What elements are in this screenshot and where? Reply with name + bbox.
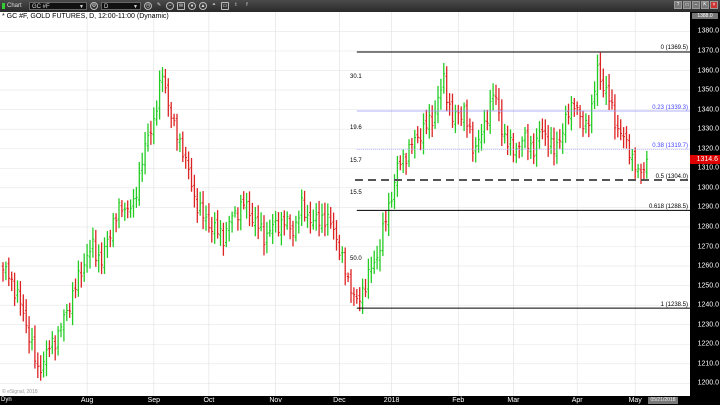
grip-icon: [2, 3, 5, 9]
chat-icon[interactable]: ▭: [221, 2, 229, 10]
minus-circle-icon[interactable]: −: [166, 2, 174, 10]
restore-button[interactable]: □: [683, 1, 691, 9]
x-tick-label: Apr: [571, 397, 583, 404]
price-chart[interactable]: [0, 0, 690, 396]
y-tick-label: 1260.0: [697, 262, 719, 270]
chevron-down-icon: ▼: [79, 4, 84, 10]
x-tick-label: May: [628, 397, 642, 404]
interval-value: D: [104, 4, 109, 10]
window-controls: ? □ – ⇱ ×: [674, 1, 718, 9]
time-axis[interactable]: Dyn 05/21/2018 Aug Sep Oct Nov Dec 2018 Feb Mar…: [0, 396, 690, 405]
y-tick-label: 1310.0: [697, 164, 719, 172]
y-tick-label: 1340.0: [697, 106, 719, 114]
pencil-icon[interactable]: ✎: [155, 2, 163, 10]
watermark: © eSignal, 2018: [2, 389, 38, 395]
fib-level-label: 0.23 (1339.3): [652, 104, 688, 111]
record-icon[interactable]: ●: [188, 2, 196, 10]
x-tick-label: Mar: [507, 397, 520, 404]
chart-title: * GC #F, GOLD FUTURES, D, 12:00-11:00 (D…: [2, 13, 169, 20]
y-tick-label: 1230.0: [697, 321, 719, 329]
settings-icon[interactable]: ⚙: [90, 2, 98, 10]
fib-level-label: 0 (1369.5): [660, 45, 688, 52]
close-button[interactable]: ×: [710, 1, 718, 9]
chart-label: Chart: [7, 3, 22, 9]
y-tick-label: 1360.0: [697, 67, 719, 75]
fib-level-label: 1 (1238.5): [660, 301, 688, 308]
y-tick-label: 1330.0: [697, 125, 719, 133]
minimize-button[interactable]: –: [692, 1, 700, 9]
y-tick-label: 1380.0: [697, 27, 719, 35]
axis-top-label: 1388.0: [692, 13, 718, 19]
fib-percent-label: 19.6: [350, 125, 362, 132]
y-tick-label: 1250.0: [697, 282, 719, 290]
twitter-icon[interactable]: t: [232, 2, 240, 10]
y-tick-label: 1370.0: [697, 47, 719, 55]
fib-percent-label: 30.1: [350, 74, 362, 81]
fib-level-label: 0.38 (1319.7): [652, 142, 688, 149]
chevron-down-icon: ▼: [133, 4, 138, 10]
current-price-badge: 1314.6: [690, 154, 720, 164]
y-tick-label: 1210.0: [697, 360, 719, 368]
interval-select[interactable]: D ▼: [101, 2, 141, 10]
clock-icon[interactable]: ◷: [144, 2, 152, 10]
detach-button[interactable]: ⇱: [701, 1, 709, 9]
y-tick-label: 1290.0: [697, 203, 719, 211]
symbol-select[interactable]: GC #F ▼: [29, 2, 87, 10]
x-tick-label: Dec: [333, 397, 346, 404]
fib-level-label: 0.5 (1304.0): [655, 173, 688, 180]
cursor-date: 05/21/2018: [648, 397, 678, 404]
fib-percent-label: 15.7: [350, 158, 362, 165]
fib-level-label: 0.618 (1288.5): [648, 203, 688, 210]
y-tick-label: 1240.0: [697, 301, 719, 309]
link-icon[interactable]: ⚭: [210, 2, 218, 10]
fib-percent-label: 50.0: [350, 256, 362, 263]
chart-toolbar: Chart GC #F ▼ ⚙ D ▼ ◷ ✎ − ✉ ● ▲ ⚭ ▭ t f ? …: [0, 0, 720, 12]
symbol-value: GC #F: [32, 4, 50, 10]
facebook-icon[interactable]: f: [243, 2, 251, 10]
y-tick-label: 1270.0: [697, 243, 719, 250]
fib-percent-label: 15.5: [350, 189, 362, 196]
x-tick-label: Feb: [452, 397, 465, 404]
y-tick-label: 1350.0: [697, 86, 719, 94]
y-tick-label: 1220.0: [697, 340, 719, 348]
x-tick-label: Nov: [269, 397, 282, 404]
x-tick-label: Aug: [80, 397, 94, 404]
x-tick-label: Sep: [147, 397, 161, 404]
dyn-button[interactable]: Dyn: [1, 396, 12, 405]
alert-icon[interactable]: ▲: [199, 2, 207, 10]
y-tick-label: 1300.0: [697, 184, 719, 192]
y-tick-label: 1320.0: [697, 145, 719, 153]
x-tick-label: 2018: [383, 397, 400, 404]
y-tick-label: 1200.0: [697, 379, 719, 387]
mail-icon[interactable]: ✉: [177, 2, 185, 10]
x-tick-label: Oct: [203, 397, 215, 404]
y-tick-label: 1280.0: [697, 223, 719, 231]
help-button[interactable]: ?: [674, 1, 682, 9]
chart-tab[interactable]: Chart: [0, 3, 26, 9]
price-axis[interactable]: 1380.0 1370.0 1360.0 1350.0 1340.0 1330.0 1320…: [690, 12, 720, 405]
